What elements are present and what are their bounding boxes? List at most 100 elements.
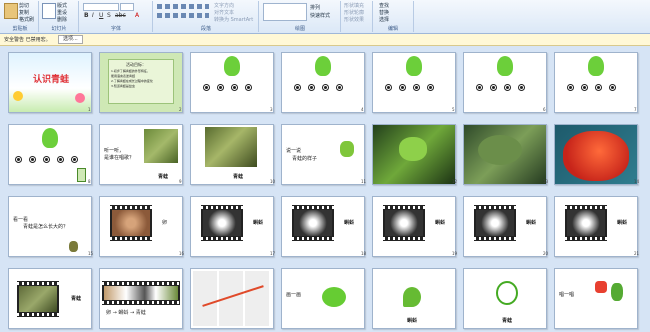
select-button[interactable]: 选择 bbox=[379, 16, 389, 23]
flower-icon bbox=[75, 93, 85, 103]
paragraph-group-label: 段落 bbox=[200, 26, 211, 32]
shape-outline-button[interactable]: 形状轮廓 bbox=[344, 9, 364, 16]
text-direction-button[interactable]: 文字方向 bbox=[214, 2, 234, 9]
drawing-group-label: 绘图 bbox=[294, 26, 305, 32]
ball-icon bbox=[71, 156, 78, 163]
slide-caption: 青蛙 bbox=[502, 318, 513, 324]
slide-thumbnail[interactable]: 青蛙 bbox=[190, 124, 274, 185]
slide-thumbnail[interactable] bbox=[554, 124, 638, 185]
slide-text-line: 能用语言表述青蛙 bbox=[111, 74, 136, 78]
slide-thumbnail[interactable]: 唱一唱 bbox=[554, 268, 638, 329]
megaphone-icon bbox=[595, 281, 607, 293]
slide-thumbnail[interactable] bbox=[8, 124, 92, 185]
slide-thumbnail[interactable]: 看一看 青蛙是怎么长大的？ bbox=[8, 196, 92, 257]
slide-number: 7 bbox=[634, 107, 637, 112]
film-strip bbox=[102, 281, 180, 305]
slide-thumbnail[interactable]: 蝌蚪 bbox=[554, 196, 638, 257]
replace-button[interactable]: 替换 bbox=[379, 9, 389, 16]
font-size-box[interactable] bbox=[120, 3, 134, 11]
shadow-button[interactable]: S bbox=[107, 12, 111, 19]
new-slide-button[interactable] bbox=[42, 3, 56, 19]
frog-photo bbox=[144, 129, 178, 163]
slide-thumbnail[interactable] bbox=[554, 52, 638, 113]
frog-icon bbox=[611, 283, 623, 301]
slide-thumbnail[interactable]: 画一画 bbox=[281, 268, 365, 329]
slide-title: 认识青蛙 bbox=[33, 75, 70, 85]
film-strip bbox=[110, 205, 152, 241]
slide-thumbnail[interactable] bbox=[281, 52, 365, 113]
ribbon: 剪切 复制 格式刷 剪贴板 版式 重设 删除 幻灯片 B I U S abc A… bbox=[0, 0, 650, 34]
delete-button[interactable]: 删除 bbox=[57, 16, 67, 23]
slide-thumbnail[interactable]: 活动目标： 1.初步了解青蛙的外形特征， 能用语言表述青蛙 2.了解青蛙在成长过… bbox=[99, 52, 183, 113]
copy-button[interactable]: 复制 bbox=[19, 9, 29, 16]
list-buttons[interactable] bbox=[157, 4, 209, 9]
clipboard-group-label: 剪贴板 bbox=[12, 26, 28, 32]
shape-fill-button[interactable]: 形状填充 bbox=[344, 2, 364, 9]
font-color-button[interactable]: A bbox=[135, 12, 139, 19]
slide-thumbnail[interactable]: 蝌蚪 bbox=[463, 196, 547, 257]
strikethrough-button[interactable]: abc bbox=[115, 12, 126, 19]
slide-number: 5 bbox=[452, 107, 455, 112]
shapes-gallery[interactable] bbox=[263, 3, 307, 21]
life-cycle-grid bbox=[193, 271, 271, 326]
layout-button[interactable]: 版式 bbox=[57, 2, 67, 9]
ball-icon bbox=[15, 156, 22, 163]
frog-icon bbox=[42, 128, 58, 148]
slide-caption: 青蛙 bbox=[233, 174, 244, 180]
slide-thumbnail[interactable]: 青蛙 bbox=[8, 268, 92, 329]
security-options-button[interactable]: 选项... bbox=[58, 35, 83, 44]
slide-number: 14 bbox=[634, 179, 640, 184]
slide-text-line: 听一听， bbox=[104, 148, 125, 154]
font-name-box[interactable] bbox=[83, 3, 119, 11]
slide-thumbnail[interactable] bbox=[372, 52, 456, 113]
paragraph-group: 文字方向 对齐文本 转换为 SmartArt 段落 bbox=[154, 1, 259, 32]
slide-thumbnail[interactable] bbox=[372, 124, 456, 185]
ball-icon bbox=[567, 84, 574, 91]
film-strip bbox=[383, 205, 425, 241]
lantern-icon bbox=[77, 168, 86, 182]
slide-thumbnail[interactable]: 蝌蚪 bbox=[190, 196, 274, 257]
shape-effects-button[interactable]: 形状效果 bbox=[344, 16, 364, 23]
align-buttons[interactable] bbox=[157, 13, 209, 18]
slide-caption: 青蛙 bbox=[71, 296, 82, 302]
frog-icon bbox=[496, 281, 518, 305]
slide-number: 12 bbox=[452, 179, 458, 184]
tadpole-photo bbox=[203, 210, 241, 236]
frog-icon bbox=[315, 56, 331, 76]
slide-number: 21 bbox=[634, 251, 640, 256]
slide-thumbnail[interactable]: 蝌蚪 bbox=[372, 196, 456, 257]
frog-icon bbox=[322, 287, 346, 307]
align-text-button[interactable]: 对齐文本 bbox=[214, 9, 234, 16]
slide-thumbnail[interactable]: 卵 bbox=[99, 196, 183, 257]
film-strip bbox=[474, 205, 516, 241]
slide-thumbnail[interactable]: 认识青蛙 bbox=[8, 52, 92, 113]
format-painter-button[interactable]: 格式刷 bbox=[19, 16, 34, 23]
slide-number: 10 bbox=[270, 179, 276, 184]
slides-group-label: 幻灯片 bbox=[51, 26, 67, 32]
slide-thumbnail[interactable] bbox=[190, 268, 274, 329]
italic-button[interactable]: I bbox=[92, 12, 94, 19]
slide-thumbnail[interactable]: 蝌蚪 bbox=[281, 196, 365, 257]
slide-thumbnail[interactable]: 青蛙 bbox=[463, 268, 547, 329]
slide-thumbnail[interactable] bbox=[190, 52, 274, 113]
paste-button[interactable] bbox=[4, 3, 18, 19]
smartart-button[interactable]: 转换为 SmartArt bbox=[214, 16, 253, 23]
slide-number: 15 bbox=[88, 251, 94, 256]
slide-thumbnail[interactable] bbox=[463, 52, 547, 113]
find-button[interactable]: 查找 bbox=[379, 2, 389, 9]
reset-button[interactable]: 重设 bbox=[57, 9, 67, 16]
slide-thumbnail[interactable]: 说一说 青蛙的样子 bbox=[281, 124, 365, 185]
slide-thumbnail[interactable]: 卵 → 蝌蚪 → 青蛙 bbox=[99, 268, 183, 329]
quick-styles-button[interactable]: 快速样式 bbox=[310, 12, 330, 19]
frog-icon bbox=[69, 241, 78, 252]
tadpole-photo bbox=[385, 210, 423, 236]
slide-number: 13 bbox=[543, 179, 549, 184]
underline-button[interactable]: U bbox=[99, 12, 103, 19]
slide-thumbnail[interactable]: 听一听， 是谁在唱歌？ 青蛙 bbox=[99, 124, 183, 185]
bold-button[interactable]: B bbox=[84, 12, 89, 19]
slide-thumbnail[interactable] bbox=[463, 124, 547, 185]
arrange-button[interactable]: 排列 bbox=[310, 4, 320, 11]
slide-thumbnail[interactable]: 蝌蚪 bbox=[372, 268, 456, 329]
cut-button[interactable]: 剪切 bbox=[19, 2, 29, 9]
slide-caption: 蝌蚪 bbox=[435, 220, 446, 226]
